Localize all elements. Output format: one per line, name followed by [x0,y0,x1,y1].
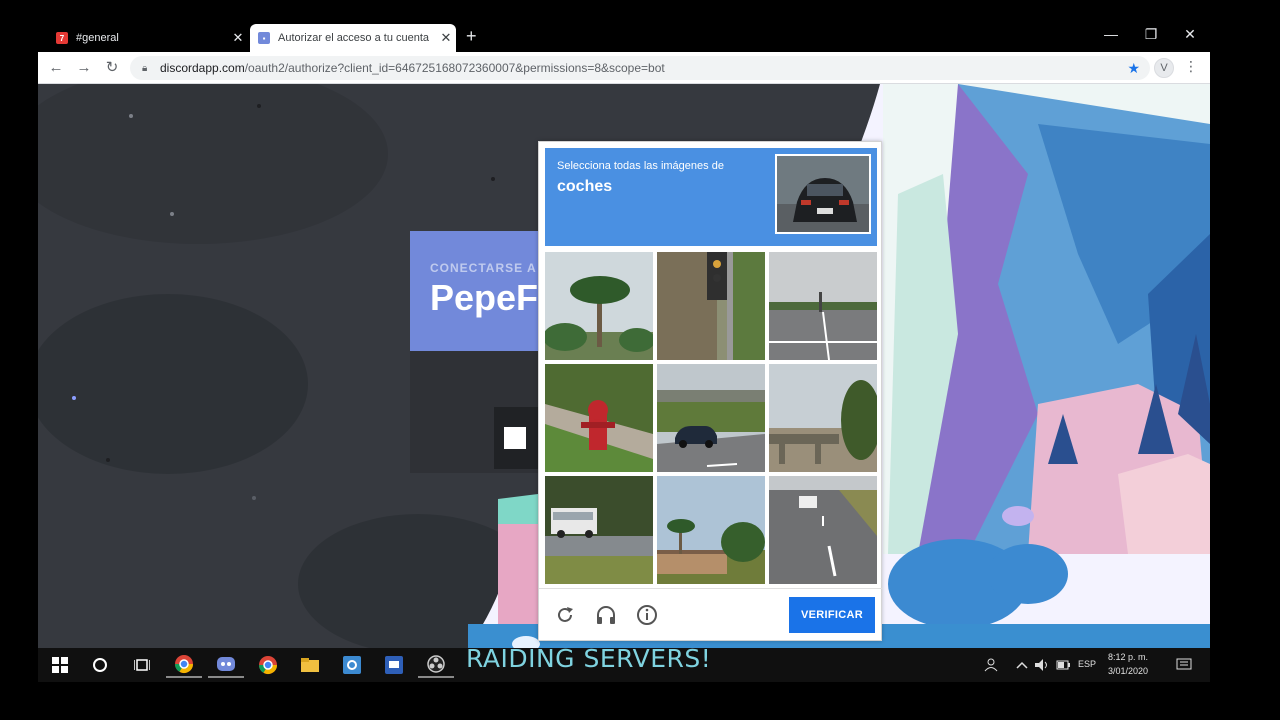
chevron-up-icon[interactable] [1016,660,1028,670]
reload-button[interactable]: ↻ [102,58,122,78]
captcha-challenge: Selecciona todas las imágenes de coches [538,141,883,642]
tab-authorize[interactable]: ▪ Autorizar el acceso a tu cuenta ✕ [250,24,456,52]
taskbar-obs[interactable] [418,652,454,678]
captcha-tile[interactable] [545,476,653,584]
tab-title: Autorizar el acceso a tu cuenta [278,32,430,44]
browser-window: 7 #general ✕ ▪ Autorizar el acceso a tu … [38,22,1210,648]
captcha-tile[interactable] [657,252,765,360]
forward-button[interactable]: → [74,58,94,78]
discord-app-icon: 7 [56,32,68,44]
captcha-sample-image [775,154,871,234]
minimize-button[interactable]: — [1096,26,1126,42]
lock-icon: 🔒︎ [142,63,148,74]
verify-button[interactable]: VERIFICAR [789,597,875,633]
captcha-tile[interactable] [769,476,877,584]
browser-toolbar: ← → ↻ 🔒︎ discordapp.com/oauth2/authorize… [38,52,1210,84]
taskbar-chrome[interactable] [166,652,202,678]
captcha-checkbox-container [494,407,538,469]
info-icon[interactable] [635,603,659,627]
captcha-footer: VERIFICAR [539,588,883,642]
captcha-checkbox[interactable] [504,427,526,449]
people-icon[interactable] [984,658,998,672]
captcha-instruction: Selecciona todas las imágenes de [557,160,724,172]
search-button[interactable] [82,652,118,678]
battery-icon[interactable] [1056,660,1070,670]
folder-icon [301,658,319,672]
discord-icon: ▪ [258,32,270,44]
back-button[interactable]: ← [46,58,66,78]
page-content: CONECTARSE A D PepeF Selecciona todas la… [38,84,1210,648]
refresh-icon[interactable] [553,603,577,627]
captcha-tile[interactable] [657,476,765,584]
tab-title: #general [76,32,119,44]
obs-icon [427,655,445,673]
overlay-caption: RAIDING SERVERS! [466,644,712,673]
profile-avatar[interactable]: V [1154,58,1174,78]
restore-button[interactable]: ❐ [1136,26,1166,43]
close-icon[interactable]: ✕ [228,30,248,46]
captcha-target: coches [557,178,613,195]
taskbar-app[interactable] [334,652,370,678]
captcha-tile[interactable] [769,252,877,360]
volume-icon[interactable] [1034,658,1050,672]
menu-icon[interactable]: ⋮ [1184,58,1198,75]
captcha-header: Selecciona todas las imágenes de coches [545,148,877,246]
screen: 7 #general ✕ ▪ Autorizar el acceso a tu … [0,0,1280,720]
taskbar-chrome-2[interactable] [250,652,286,678]
task-view-icon [134,659,150,671]
captcha-tile[interactable] [545,364,653,472]
clock-time[interactable]: 8:12 p. m. [1108,652,1148,662]
authorize-subtitle: CONECTARSE A D [430,261,551,275]
bot-name: PepeF [430,277,539,318]
cortana-icon [93,658,107,672]
audio-icon[interactable] [594,603,618,627]
captcha-grid [545,252,877,584]
taskbar: RAIDING SERVERS! ESP 8:12 p. m. 3/01/202… [38,644,1210,682]
discord-icon [217,657,235,671]
url-host: discordapp.com [160,61,245,75]
captcha-tile[interactable] [545,252,653,360]
chrome-icon [259,656,277,675]
remote-app-icon [385,656,403,674]
address-bar[interactable]: 🔒︎ discordapp.com/oauth2/authorize?clien… [130,56,1150,80]
task-view-button[interactable] [124,652,160,678]
close-window-button[interactable]: ✕ [1175,26,1205,43]
taskbar-discord[interactable] [208,652,244,678]
taskbar-explorer[interactable] [292,652,328,678]
tab-general[interactable]: 7 #general ✕ [48,24,248,52]
new-tab-button[interactable]: + [466,26,477,47]
tab-strip: 7 #general ✕ ▪ Autorizar el acceso a tu … [38,22,1210,52]
captcha-tile[interactable] [769,364,877,472]
url-path: /oauth2/authorize?client_id=646725168072… [244,61,665,75]
settings-app-icon [343,656,361,674]
url-text: discordapp.com/oauth2/authorize?client_i… [160,61,665,75]
close-icon[interactable]: ✕ [436,30,456,46]
notifications-icon[interactable] [1176,657,1192,673]
taskbar-app-2[interactable] [376,652,412,678]
clock-date[interactable]: 3/01/2020 [1108,666,1148,676]
chrome-icon [175,655,193,674]
windows-icon [52,657,68,673]
captcha-tile[interactable] [657,364,765,472]
language-indicator[interactable]: ESP [1078,659,1096,669]
start-button[interactable] [42,652,78,678]
bookmark-star-icon[interactable]: ★ [1127,60,1140,77]
